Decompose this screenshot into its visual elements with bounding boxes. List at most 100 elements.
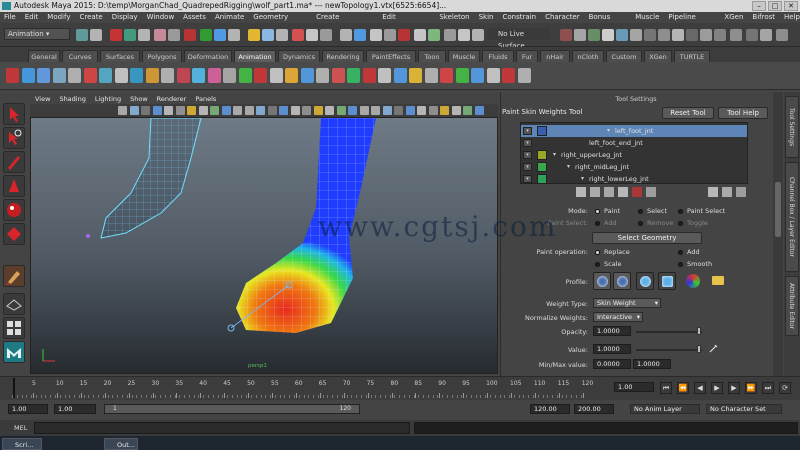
radio-toggle[interactable] xyxy=(678,221,683,226)
viewport-toolbar-icon[interactable] xyxy=(175,106,185,115)
status-right-icon[interactable] xyxy=(658,29,670,41)
menu-create-deformers[interactable]: Create Deformers xyxy=(316,12,373,32)
viewport-toolbar-icon[interactable] xyxy=(428,106,438,115)
shelf-tab-curves[interactable]: Curves xyxy=(62,50,98,62)
status-tool-icon[interactable] xyxy=(458,29,470,41)
minimize-button[interactable]: – xyxy=(752,1,766,11)
visibility-toggle-icon[interactable]: ▾ xyxy=(523,163,532,171)
status-tool-icon[interactable] xyxy=(444,29,456,41)
viewport-toolbar-icon[interactable] xyxy=(141,106,150,115)
influence-row[interactable]: ▾ ▾ right_lowerLeg_jnt xyxy=(521,173,747,183)
viewport-toolbar-icon[interactable] xyxy=(325,106,334,115)
shelf-tab-polygons[interactable]: Polygons xyxy=(142,50,182,62)
shelf-tab-fluids[interactable]: Fluids xyxy=(482,50,514,62)
influence-color-swatch[interactable] xyxy=(537,174,547,183)
status-tool-icon[interactable] xyxy=(138,29,150,41)
viewport-toolbar-icon[interactable] xyxy=(187,106,196,115)
value-slider[interactable] xyxy=(636,349,702,351)
status-tool-icon[interactable] xyxy=(184,29,196,41)
menu-help[interactable]: Help xyxy=(784,12,800,23)
menu-constrain[interactable]: Constrain xyxy=(503,12,537,23)
status-tool-icon[interactable] xyxy=(168,29,180,41)
shelf-tool-icon[interactable] xyxy=(440,68,453,83)
influence-color-swatch[interactable] xyxy=(537,150,547,160)
shelf-tool-icon[interactable] xyxy=(83,68,97,83)
shelf-tool-icon[interactable] xyxy=(378,68,391,83)
step-forward-icon[interactable]: ▶ xyxy=(728,382,740,394)
opacity-slider[interactable] xyxy=(636,331,702,333)
shelf-tool-icon[interactable] xyxy=(393,68,407,83)
influence-list-tool-icon[interactable] xyxy=(632,187,642,197)
viewport-toolbar-icon[interactable] xyxy=(463,106,472,115)
status-tool-icon[interactable] xyxy=(90,29,102,41)
status-tool-icon[interactable] xyxy=(340,29,352,41)
paint-skin-weights-icon[interactable] xyxy=(3,265,25,287)
expand-caret-icon[interactable]: ▾ xyxy=(581,173,584,183)
influence-list-tool-icon[interactable] xyxy=(590,187,600,197)
playback-end-field[interactable]: 120.00 xyxy=(530,404,570,414)
close-button[interactable]: ✕ xyxy=(784,1,798,11)
visibility-toggle-icon[interactable]: ▾ xyxy=(523,139,532,147)
loop-icon[interactable]: ⟳ xyxy=(779,382,791,394)
shelf-tool-icon[interactable] xyxy=(145,68,159,83)
status-right-icon[interactable] xyxy=(630,29,642,41)
range-slider[interactable]: 1 120 xyxy=(104,404,360,414)
viewport-toolbar-icon[interactable] xyxy=(256,106,265,115)
reset-tool-button[interactable]: Reset Tool xyxy=(662,107,714,119)
shelf-tool-icon[interactable] xyxy=(68,68,81,83)
status-tool-icon[interactable] xyxy=(110,29,122,41)
opacity-field[interactable]: 1.0000 xyxy=(593,326,631,336)
shelf-tab-ncloth[interactable]: nCloth xyxy=(572,50,604,62)
shelf-tool-icon[interactable] xyxy=(238,68,252,83)
status-tool-icon[interactable] xyxy=(292,29,304,41)
step-back-key-icon[interactable]: ⏪ xyxy=(677,382,689,394)
expand-caret-icon[interactable]: ▾ xyxy=(607,125,610,137)
menu-skeleton[interactable]: Skeleton xyxy=(439,12,469,23)
status-right-icon[interactable] xyxy=(602,29,614,41)
shelf-tool-icon[interactable] xyxy=(285,68,298,83)
viewport-toolbar-icon[interactable] xyxy=(348,106,357,115)
shelf-tool-icon[interactable] xyxy=(52,68,66,83)
shelf-tab-deformation[interactable]: Deformation xyxy=(184,50,232,62)
menu-muscle[interactable]: Muscle xyxy=(635,12,659,23)
status-tool-icon[interactable] xyxy=(414,29,426,41)
shelf-tab-turtle[interactable]: TURTLE xyxy=(674,50,710,62)
tool-help-button[interactable]: Tool Help xyxy=(718,107,768,119)
lasso-tool-icon[interactable] xyxy=(3,127,25,149)
side-tab-attribute-editor[interactable]: Attribute Editor xyxy=(785,276,799,336)
status-right-icon[interactable] xyxy=(616,29,628,41)
value-slider-handle[interactable] xyxy=(697,345,701,353)
shelf-tool-icon[interactable] xyxy=(130,68,143,83)
viewport-menu-shading[interactable]: Shading xyxy=(59,94,85,104)
play-forward-icon[interactable]: ▶ xyxy=(711,382,723,394)
status-right-icon[interactable] xyxy=(686,29,698,41)
viewport-toolbar-icon[interactable] xyxy=(152,106,162,115)
folder-icon[interactable] xyxy=(712,276,724,285)
menu-window[interactable]: Window xyxy=(147,12,175,23)
menu-geometry-cache[interactable]: Geometry Cache xyxy=(253,12,307,32)
influence-list-tool-icon[interactable] xyxy=(604,187,614,197)
status-tool-icon[interactable] xyxy=(320,29,332,41)
status-right-icon[interactable] xyxy=(700,29,712,41)
shelf-tool-icon[interactable] xyxy=(517,68,531,83)
status-tool-icon[interactable] xyxy=(248,29,260,41)
status-tool-icon[interactable] xyxy=(370,29,382,41)
viewport-toolbar-icon[interactable] xyxy=(417,106,426,115)
shelf-tool-icon[interactable] xyxy=(37,68,50,83)
influence-row[interactable]: ▾ left_foot_end_jnt xyxy=(521,137,747,149)
viewport-menu-panels[interactable]: Panels xyxy=(195,94,216,104)
influence-color-swatch[interactable] xyxy=(537,162,547,172)
visibility-toggle-icon[interactable]: ▾ xyxy=(523,127,532,135)
viewport-menu-show[interactable]: Show xyxy=(130,94,148,104)
status-tool-icon[interactable] xyxy=(214,29,226,41)
shelf-tool-icon[interactable] xyxy=(192,68,205,83)
shelf-tool-icon[interactable] xyxy=(409,68,422,83)
influence-list-tool-icon[interactable] xyxy=(618,187,628,197)
taskbar-outliner[interactable]: Out... xyxy=(104,438,138,450)
shelf-tool-icon[interactable] xyxy=(223,68,236,83)
menu-edit-deformers[interactable]: Edit Deformers xyxy=(382,12,430,32)
shelf-tool-icon[interactable] xyxy=(161,68,174,83)
character-set-dropdown[interactable]: No Character Set xyxy=(706,404,782,414)
select-geometry-button[interactable]: Select Geometry xyxy=(592,232,702,244)
status-tool-icon[interactable] xyxy=(76,29,88,41)
